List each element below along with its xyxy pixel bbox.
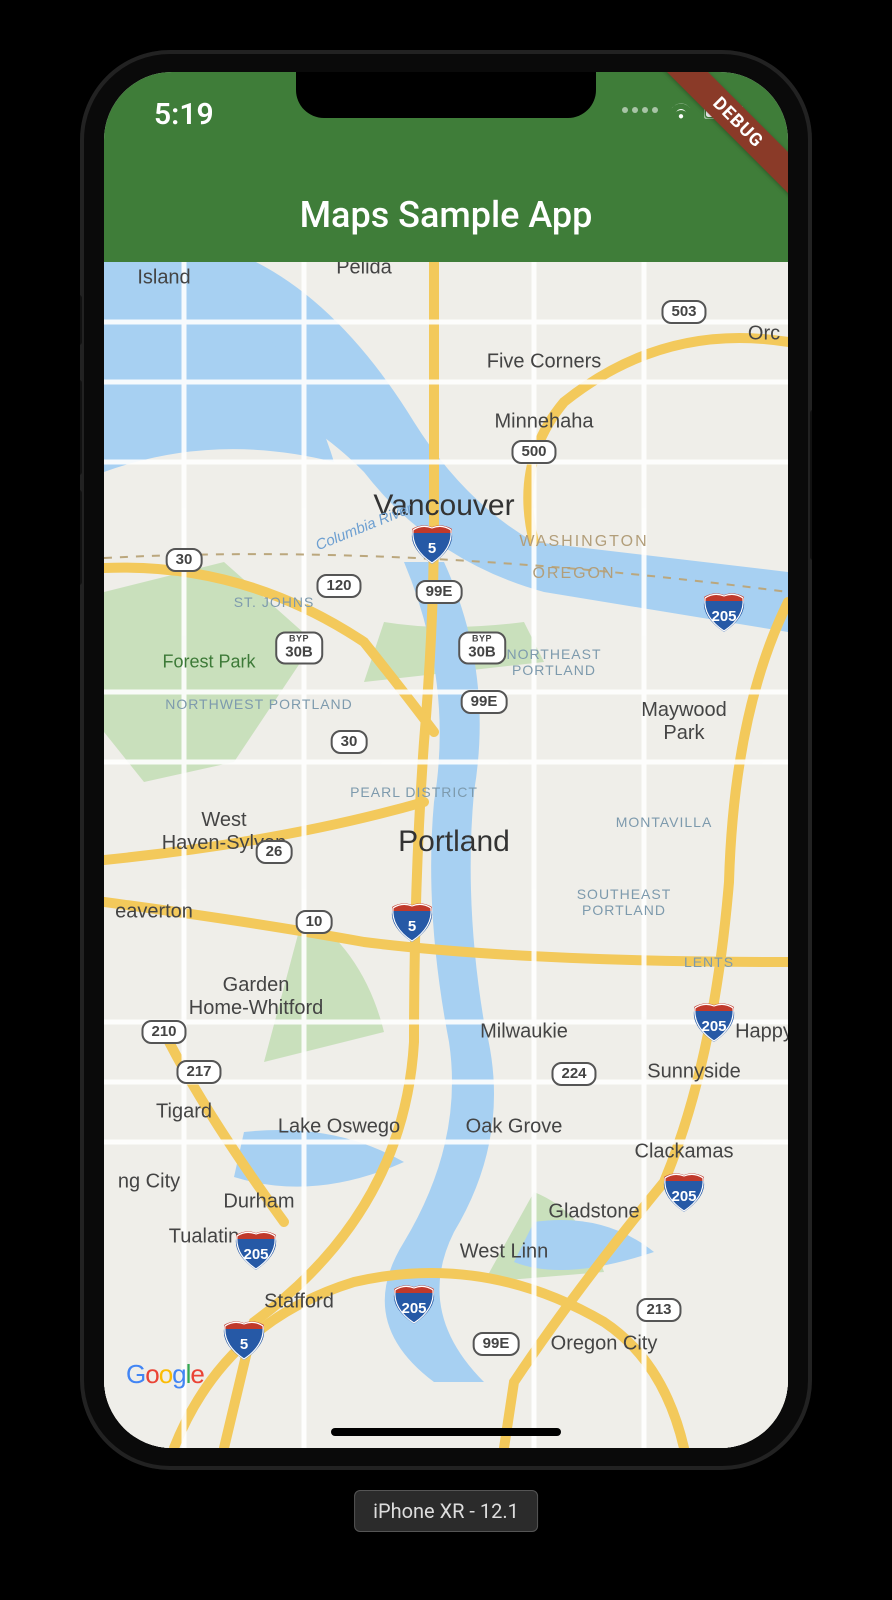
phone-screen: 5:19 DEBUG Maps Sample App (104, 72, 788, 1448)
simulator-device-label: iPhone XR - 12.1 (354, 1490, 538, 1532)
power-button[interactable] (810, 410, 812, 560)
device-notch (296, 72, 596, 118)
volume-up[interactable] (80, 380, 82, 475)
debug-banner: DEBUG (650, 72, 788, 211)
mute-switch[interactable] (80, 295, 82, 345)
status-time: 5:19 (154, 97, 214, 132)
map-basemap (104, 262, 788, 1448)
phone-device-frame: 5:19 DEBUG Maps Sample App (80, 50, 812, 1470)
cellular-icon (622, 107, 658, 113)
wifi-icon (668, 100, 694, 120)
home-indicator[interactable] (331, 1428, 561, 1436)
map-view[interactable]: PortlandVancouverIslandPelidaOrcFive Cor… (104, 262, 788, 1448)
google-attribution: Google (126, 1359, 204, 1390)
volume-down[interactable] (80, 490, 82, 585)
app-title: Maps Sample App (104, 194, 788, 236)
